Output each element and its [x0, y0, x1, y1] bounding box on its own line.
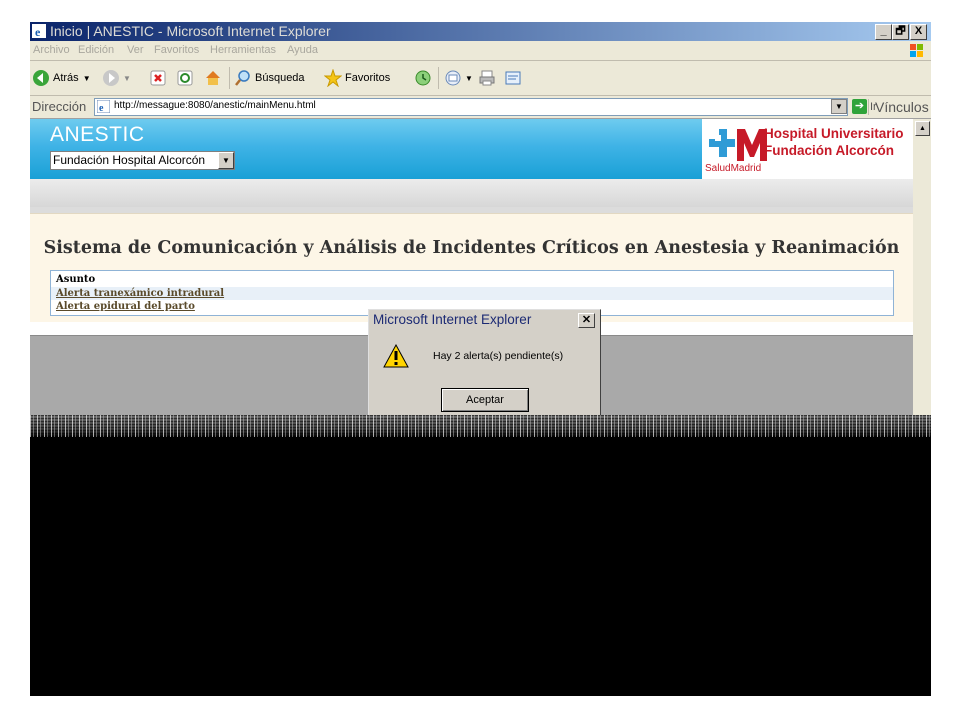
toolbar: Atrás ▼ ▼ Búsqueda Favoritos ▼ [30, 61, 931, 96]
svg-text:e: e [99, 103, 104, 113]
address-bar: Dirección e http://messague:8080/anestic… [30, 96, 931, 119]
dialog-title: Microsoft Internet Explorer [373, 312, 532, 327]
hospital-name-line1: Hospital Universitario [764, 126, 904, 141]
hospital-select-value: Fundación Hospital Alcorcón [53, 153, 206, 167]
warning-icon [383, 344, 409, 368]
address-input[interactable]: e http://messague:8080/anestic/mainMenu.… [94, 98, 848, 116]
back-button[interactable]: Atrás ▼ [32, 67, 91, 89]
hospital-select[interactable]: Fundación Hospital Alcorcón ▼ [50, 151, 235, 170]
forward-arrow-icon [103, 70, 119, 86]
alert-dialog: Microsoft Internet Explorer ✕ Hay 2 aler… [368, 309, 601, 423]
favorites-label: Favoritos [345, 72, 391, 84]
address-dropdown-icon[interactable]: ▼ [831, 99, 847, 114]
stop-icon [150, 70, 166, 86]
alert-link[interactable]: Alerta epidural del parto [56, 301, 195, 312]
column-header-asunto: Asunto [56, 274, 96, 285]
stop-button[interactable] [149, 67, 170, 89]
alert-link[interactable]: Alerta tranexámico intradural [56, 288, 224, 299]
search-icon [235, 70, 250, 86]
vertical-scrollbar[interactable]: ▲ [913, 119, 931, 415]
forward-dropdown-icon[interactable]: ▼ [123, 74, 131, 83]
maximize-button[interactable]: 🗗 [892, 24, 909, 40]
window-title: Inicio | ANESTIC - Microsoft Internet Ex… [50, 23, 331, 39]
forward-button[interactable]: ▼ [102, 67, 131, 89]
home-button[interactable] [204, 67, 225, 89]
print-button[interactable] [478, 67, 499, 89]
dialog-titlebar: Microsoft Internet Explorer ✕ [370, 311, 599, 329]
mail-dropdown-icon[interactable]: ▼ [465, 74, 473, 83]
history-button[interactable] [414, 67, 435, 89]
home-icon [206, 71, 220, 85]
menu-ver[interactable]: Ver [127, 44, 144, 56]
back-arrow-icon [33, 70, 49, 86]
back-label: Atrás [53, 72, 79, 84]
print-icon [479, 70, 495, 86]
dialog-close-button[interactable]: ✕ [578, 313, 595, 328]
scroll-up-arrow-icon[interactable]: ▲ [915, 121, 930, 136]
table-header: Asunto [51, 273, 893, 286]
history-icon [415, 70, 431, 86]
go-arrow-icon: ➔ [852, 99, 867, 114]
search-button[interactable]: Búsqueda [234, 67, 305, 89]
links-button[interactable]: Vínculos [868, 99, 929, 115]
hospital-name-line2: Fundación Alcorcón [764, 143, 895, 158]
close-button[interactable]: X [910, 24, 927, 40]
back-dropdown-icon[interactable]: ▼ [83, 74, 91, 83]
screenshot: e Inicio | ANESTIC - Microsoft Internet … [30, 22, 931, 696]
menu-archivo[interactable]: Archivo [33, 44, 70, 56]
favorites-star-icon [324, 69, 342, 87]
menu-edicion[interactable]: Edición [78, 44, 114, 56]
hospital-logo: SaludMadrid Hospital Universitario Funda… [702, 119, 913, 179]
chevron-down-icon[interactable]: ▼ [218, 152, 234, 169]
mail-button[interactable]: ▼ [444, 67, 473, 89]
minimize-button[interactable]: _ [875, 24, 892, 40]
refresh-button[interactable] [176, 67, 197, 89]
windows-logo-icon [910, 44, 923, 57]
toolbar-separator [229, 67, 230, 89]
menu-favoritos[interactable]: Favoritos [154, 44, 199, 56]
nav-bar [30, 179, 913, 207]
accept-button[interactable]: Aceptar [441, 388, 529, 412]
screen-corruption-band [30, 415, 931, 437]
edit-page-icon [505, 71, 521, 85]
menu-bar: Archivo Edición Ver Favoritos Herramient… [30, 41, 931, 61]
window-titlebar: e Inicio | ANESTIC - Microsoft Internet … [30, 22, 931, 41]
table-row: Alerta tranexámico intradural [51, 287, 893, 300]
page-icon: e [97, 100, 110, 113]
main-panel: Sistema de Comunicación y Análisis de In… [30, 213, 913, 322]
menu-herramientas[interactable]: Herramientas [210, 44, 276, 56]
svg-text:e: e [35, 25, 41, 38]
address-label: Dirección [32, 99, 87, 114]
menu-ayuda[interactable]: Ayuda [287, 44, 318, 56]
comunidad-madrid-logo-icon [709, 129, 767, 161]
dialog-message: Hay 2 alerta(s) pendiente(s) [433, 350, 564, 362]
saludmadrid-label: SaludMadrid [705, 163, 762, 174]
refresh-icon [177, 70, 193, 86]
ie-icon: e [32, 24, 46, 38]
app-name: ANESTIC [50, 123, 145, 146]
favorites-button[interactable]: Favoritos [324, 67, 390, 89]
edit-button[interactable] [504, 67, 525, 89]
page-title: Sistema de Comunicación y Análisis de In… [43, 238, 900, 258]
address-url: http://messague:8080/anestic/mainMenu.ht… [114, 100, 316, 111]
mail-icon [445, 70, 461, 86]
toolbar-separator [438, 67, 439, 89]
search-label: Búsqueda [255, 72, 305, 84]
